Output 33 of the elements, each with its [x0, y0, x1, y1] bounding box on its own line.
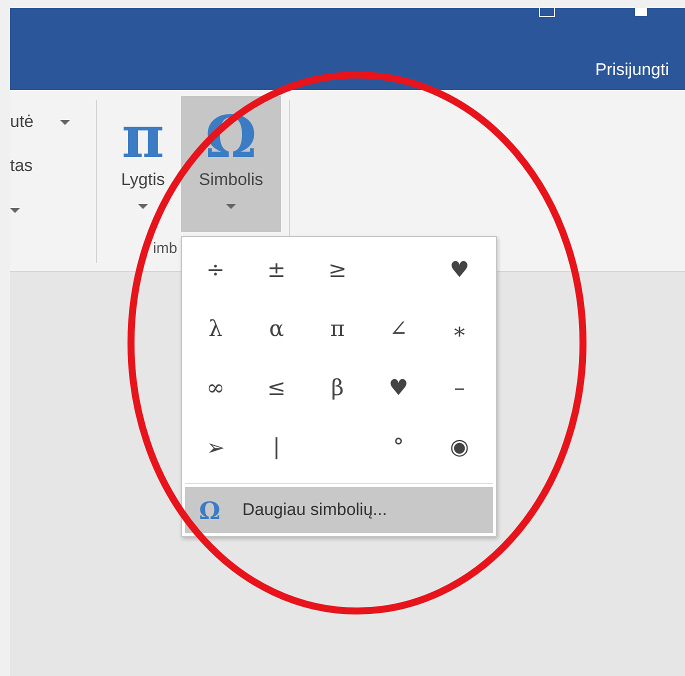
symbol-cell[interactable]: ♥ — [429, 241, 490, 300]
symbol-cell[interactable]: ° — [368, 418, 429, 477]
symbol-cell[interactable]: | — [246, 418, 307, 477]
omega-icon: Ω — [199, 496, 220, 524]
symbol-cell[interactable]: ÷ — [185, 241, 246, 300]
caret-icon — [138, 204, 148, 209]
symbol-cell[interactable]: π — [307, 300, 368, 359]
symbol-cell[interactable]: ∞ — [185, 359, 246, 418]
symbol-cell[interactable]: ± — [246, 241, 307, 300]
symbol-cell[interactable]: α — [246, 300, 307, 359]
caret-icon[interactable] — [10, 208, 20, 212]
button-label: Simbolis — [198, 170, 264, 190]
symbol-cell[interactable]: ♥ — [368, 359, 429, 418]
symbol-cell[interactable]: ≤ — [246, 359, 307, 418]
symbol-cell[interactable]: ◉ — [429, 418, 490, 477]
symbol-cell[interactable]: – — [429, 359, 490, 418]
group-label: imb — [153, 240, 178, 257]
button-label: Lygtis — [121, 170, 165, 190]
ribbon-label[interactable]: tas — [10, 156, 33, 176]
symbol-cell[interactable]: ⁎ — [429, 300, 490, 359]
symbol-cell[interactable]: ∠ — [368, 300, 429, 359]
restore-icon[interactable] — [539, 8, 555, 17]
more-symbols-item[interactable]: Ω Daugiau simbolių... — [185, 487, 493, 533]
symbol-icon: π — [122, 104, 164, 170]
ribbon-label[interactable]: utė — [10, 112, 34, 132]
symbol-cell[interactable]: λ — [185, 300, 246, 359]
caret-icon — [226, 204, 236, 209]
symbol-cell[interactable]: β — [307, 359, 368, 418]
caret-icon[interactable] — [60, 120, 70, 124]
symbol-cell[interactable]: ➢ — [185, 418, 246, 477]
ribbon-button[interactable]: π Lygtis — [105, 96, 181, 232]
sign-in-link[interactable]: Prisijungti — [595, 60, 669, 80]
symbol-cell[interactable]: ≥ — [307, 241, 368, 300]
